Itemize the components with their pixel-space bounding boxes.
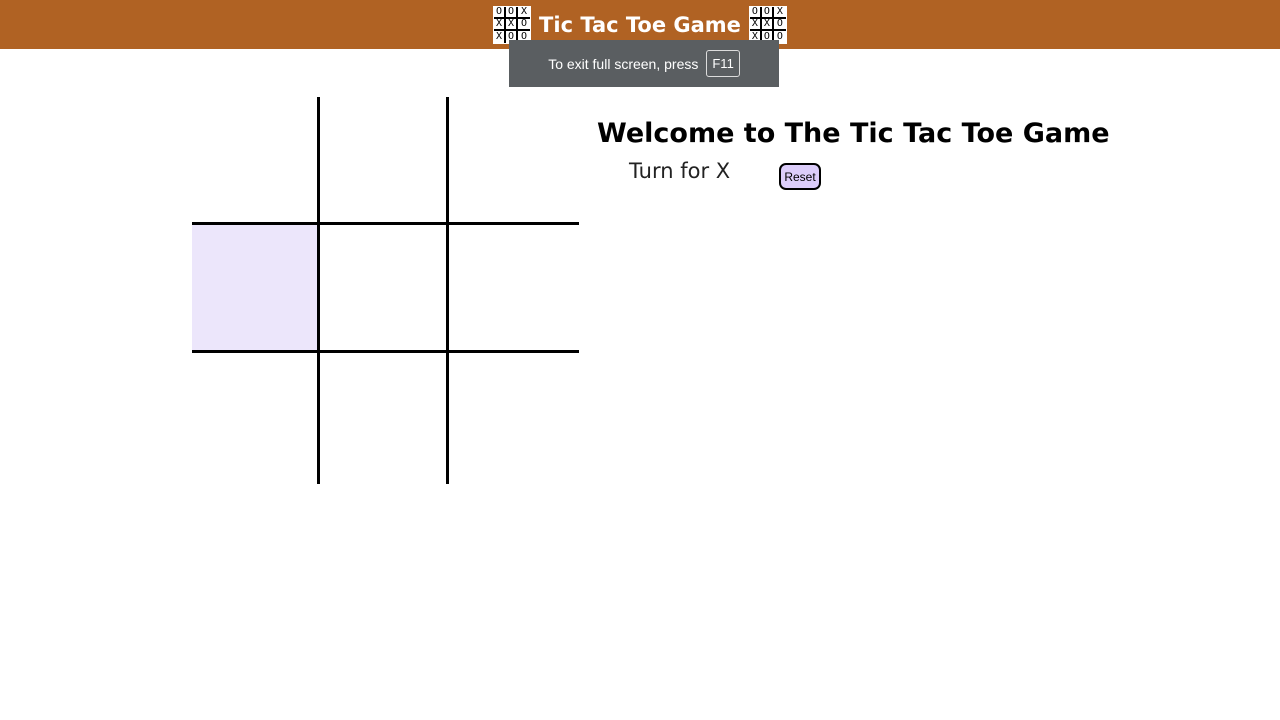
logo-cell: O: [494, 6, 507, 19]
game-board: [192, 97, 579, 484]
logo-cell: O: [749, 6, 762, 19]
app-title: Tic Tac Toe Game: [539, 12, 741, 37]
tic-tac-toe-icon: O O X X X O X O O: [748, 5, 787, 44]
logo-cell: X: [773, 6, 786, 19]
board-cell-2[interactable]: [320, 97, 449, 225]
f11-key-badge: F11: [706, 50, 740, 77]
board-cell-8[interactable]: [320, 353, 449, 484]
logo-cell: X: [506, 18, 519, 31]
board-cell-6[interactable]: [449, 225, 579, 353]
board-cell-4[interactable]: [192, 225, 320, 353]
logo-cell: O: [518, 18, 531, 31]
logo-cell: X: [494, 30, 507, 43]
logo-cell: X: [761, 18, 774, 31]
logo-cell: X: [494, 18, 507, 31]
board-cell-1[interactable]: [192, 97, 320, 225]
logo-cell: O: [761, 6, 774, 19]
page-title: Welcome to The Tic Tac Toe Game: [597, 118, 1110, 149]
board-cell-3[interactable]: [449, 97, 579, 225]
logo-cell: O: [506, 6, 519, 19]
board-cell-5[interactable]: [320, 225, 449, 353]
fullscreen-exit-notice: To exit full screen, press F11: [509, 40, 779, 87]
logo-cell: O: [773, 18, 786, 31]
tic-tac-toe-icon: O O X X X O X O O: [493, 5, 532, 44]
logo-cell: X: [518, 6, 531, 19]
reset-button[interactable]: Reset: [779, 163, 821, 190]
turn-indicator: Turn for X: [629, 159, 731, 183]
fullscreen-notice-text: To exit full screen, press: [548, 55, 699, 72]
logo-cell: X: [749, 18, 762, 31]
board-cell-7[interactable]: [192, 353, 320, 484]
board-cell-9[interactable]: [449, 353, 579, 484]
